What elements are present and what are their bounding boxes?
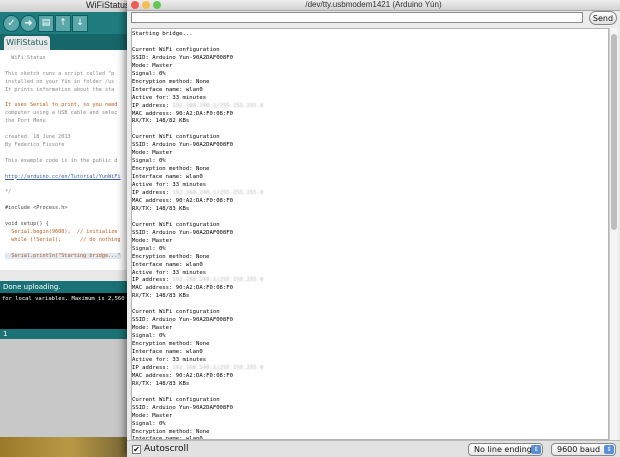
- code-line: http://arduino.cc/en/Tutorial/YunWiFi: [5, 173, 121, 180]
- ide-console: for local variables. Maximum is 2,560: [0, 293, 140, 329]
- monitor-bottom-bar: ✔ Autoscroll No line ending ⇕ 9600 baud …: [127, 440, 620, 457]
- output-line: Signal: 0%: [132, 333, 166, 340]
- output-line: MAC address: 90:A2:DA:F0:08:F0: [132, 372, 234, 379]
- upload-status: Done uploading.: [0, 281, 140, 293]
- output-scrollbar[interactable]: [609, 28, 618, 440]
- output-line: Interface name: wlan0: [132, 349, 203, 355]
- baud-rate-value: 9600 baud: [557, 445, 601, 454]
- send-button[interactable]: Send: [589, 11, 617, 25]
- code-line: Serial.println("Starting bridge...": [5, 252, 121, 259]
- code-line: computer using a USB cable and selec: [5, 110, 118, 117]
- select-arrows-icon: ⇕: [531, 445, 541, 454]
- output-line: IP address: 192.168.240.1/255.255.255.0: [132, 102, 264, 109]
- output-line: Current WiFi configuration: [132, 396, 220, 403]
- code-line: This example code is in the public d: [5, 157, 118, 164]
- output-line: Active for: 33 minutes: [132, 94, 207, 101]
- output-line: Current WiFi configuration: [132, 309, 220, 316]
- autoscroll-checkbox[interactable]: ✔: [132, 445, 141, 454]
- output-line: Signal: 0%: [132, 158, 166, 165]
- output-line: Interface name: wlan0: [132, 261, 203, 268]
- code-line: WiFi Status: [5, 55, 46, 61]
- output-line: Starting bridge...: [132, 31, 193, 37]
- output-line: RX/TX: 148/83 KBs: [132, 293, 190, 300]
- code-line: It prints information about the sta: [5, 86, 115, 93]
- output-line: Current WiFi configuration: [132, 221, 220, 228]
- output-line: Encryption method: None: [132, 428, 210, 435]
- monitor-titlebar: /dev/tty.usbmodem1421 (Arduino Yún): [127, 0, 620, 11]
- tab-wifistatus[interactable]: WiFiStatus: [4, 36, 50, 50]
- desktop-background: [0, 339, 140, 439]
- code-editor[interactable]: WiFi Status This sketch runs a script cal…: [0, 50, 140, 270]
- output-line: Signal: 0%: [132, 70, 166, 77]
- output-line: Signal: 0%: [132, 420, 166, 427]
- desktop-strip: [0, 437, 140, 457]
- code-line: By Federico Fissore: [5, 141, 65, 148]
- output-line: Mode: Master: [132, 62, 173, 69]
- scrollbar-thumb[interactable]: [611, 34, 617, 230]
- code-line: created 18 June 2013: [5, 134, 71, 140]
- upload-icon[interactable]: ➜: [20, 15, 37, 32]
- output-line: Encryption method: None: [132, 78, 210, 85]
- output-line: Active for: 33 minutes: [132, 269, 207, 276]
- ip-address-value: 192.168.240.1/255.255.255.0: [172, 364, 264, 371]
- code-line: void setup() {: [5, 220, 49, 227]
- verify-icon[interactable]: ✓: [3, 15, 20, 32]
- line-ending-value: No line ending: [474, 445, 532, 454]
- output-line: Active for: 33 minutes: [132, 182, 207, 189]
- baud-rate-select[interactable]: 9600 baud ⇕: [551, 443, 616, 456]
- monitor-window-title: /dev/tty.usbmodem1421 (Arduino Yún): [305, 0, 442, 9]
- save-icon[interactable]: ↓: [72, 15, 88, 32]
- output-line: Active for: 33 minutes: [132, 356, 207, 363]
- serial-output[interactable]: Starting bridge... Current WiFi configura…: [131, 28, 609, 440]
- output-line: Current WiFi configuration: [132, 134, 220, 141]
- code-line: Serial.begin(9600); // initialize: [5, 228, 118, 235]
- output-line: Encryption method: None: [132, 341, 210, 348]
- code-line: installed on your Yún in folder /us: [5, 78, 115, 85]
- output-line: SSID: Arduino Yun-90A2DAF008F0: [132, 229, 234, 236]
- output-line: SSID: Arduino Yun-90A2DAF008F0: [132, 317, 234, 324]
- code-line: the Port Menu: [5, 118, 46, 125]
- code-line: #include <Process.h>: [5, 205, 68, 212]
- new-icon[interactable]: ▤: [38, 15, 54, 32]
- output-line: MAC address: 90:A2:DA:F0:08:F0: [132, 285, 234, 292]
- output-line: IP address: 192.168.240.1/255.255.255.0: [132, 364, 264, 371]
- serial-monitor-window: /dev/tty.usbmodem1421 (Arduino Yún) Send…: [127, 0, 620, 457]
- output-line: MAC address: 90:A2:DA:F0:08:F0: [132, 197, 234, 204]
- output-line: SSID: Arduino Yun-90A2DAF008F0: [132, 54, 234, 61]
- ip-address-value: 192.168.240.1/255.255.255.0: [172, 102, 264, 109]
- output-line: Interface name: wlan0: [132, 86, 203, 93]
- open-icon[interactable]: ↑: [55, 15, 71, 32]
- output-line: SSID: Arduino Yun-90A2DAF008F0: [132, 404, 234, 411]
- output-line: MAC address: 90:A2:DA:F0:08:F0: [132, 110, 234, 117]
- output-line: Mode: Master: [132, 412, 173, 419]
- select-arrows-icon: ⇕: [604, 445, 614, 454]
- output-line: Interface name: wlan0: [132, 174, 203, 181]
- output-line: Encryption method: None: [132, 166, 210, 173]
- output-line: Encryption method: None: [132, 253, 210, 260]
- output-line: Signal: 0%: [132, 245, 166, 252]
- output-line: Mode: Master: [132, 237, 173, 244]
- output-line: RX/TX: 148/82 KBs: [132, 118, 190, 125]
- ip-address-value: 192.168.240.1/255.255.255.0: [172, 277, 264, 284]
- code-line: It uses Serial to print, so you need: [5, 102, 118, 109]
- output-line: SSID: Arduino Yun-90A2DAF008F0: [132, 142, 234, 149]
- output-line: Current WiFi configuration: [132, 46, 220, 53]
- output-line: IP address: 192.168.240.1/255.255.255.0: [132, 277, 264, 284]
- serial-input-field[interactable]: [131, 12, 583, 23]
- code-line: This sketch runs a script called "p: [5, 70, 115, 77]
- code-line: */: [5, 189, 12, 196]
- code-line: while (!Serial); // do nothing: [5, 236, 121, 243]
- ip-address-value: 192.168.240.1/255.255.255.0: [172, 190, 264, 196]
- output-line: Mode: Master: [132, 150, 173, 157]
- output-line: IP address: 192.168.240.1/255.255.255.0: [132, 190, 264, 196]
- output-line: RX/TX: 148/83 KBs: [132, 380, 190, 387]
- ide-tab-bar: WiFiStatus: [0, 34, 140, 50]
- output-line: Mode: Master: [132, 325, 173, 332]
- output-line: RX/TX: 148/83 KBs: [132, 205, 190, 212]
- arduino-ide-window: WiFiStatus | ✓ ➜ ▤ ↑ ↓ WiFiStatus WiFi S…: [0, 0, 140, 457]
- line-ending-select[interactable]: No line ending ⇕: [468, 443, 543, 456]
- autoscroll-label: Autoscroll: [144, 444, 189, 454]
- line-number-indicator: 1: [0, 329, 140, 339]
- ide-toolbar: ✓ ➜ ▤ ↑ ↓: [0, 12, 140, 34]
